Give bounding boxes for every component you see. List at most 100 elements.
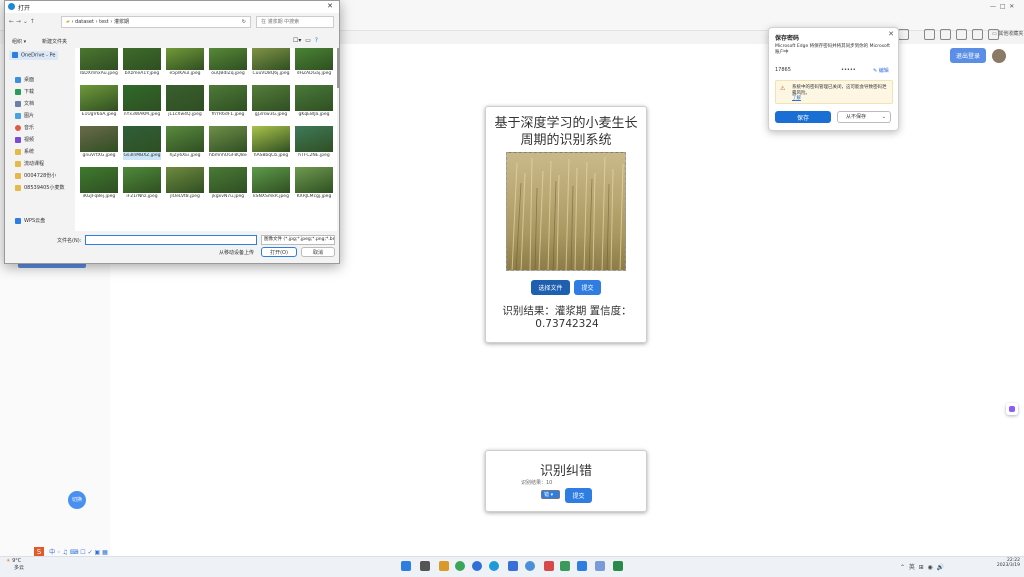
popup-password[interactable]: ••••• [841, 67, 856, 73]
file-thumbnail[interactable]: CuuVD8Q6j.jpeg [252, 48, 290, 78]
share-icon[interactable] [972, 29, 983, 40]
nav-item-music[interactable]: 音乐 [15, 124, 34, 131]
file-thumbnail[interactable]: lbDXmhxAu.jpeg [80, 48, 118, 78]
other-favorites[interactable]: ▭ 其他收藏夹 [992, 30, 1024, 38]
app-icon[interactable] [472, 561, 482, 571]
file-thumbnail[interactable]: iKGJFq8ej.jpeg [80, 167, 118, 201]
file-thumbnail[interactable]: kSNXSmkR.jpeg [252, 167, 290, 201]
correction-submit-button[interactable]: 提交 [565, 488, 592, 503]
close-icon[interactable]: ✕ [888, 30, 894, 38]
never-save-label: 从不保存 [846, 114, 867, 120]
view-options-icon[interactable]: ☐▾ ▭ ? [293, 37, 318, 44]
app-icon[interactable] [595, 561, 605, 571]
app-icon[interactable] [544, 561, 554, 571]
app-icon[interactable] [525, 561, 535, 571]
nav-item-folder[interactable]: 系统 [15, 148, 34, 155]
ime-tools-icon[interactable]: 中 ◦ ♫ ⌨ ☐ ✓ ▣ ▦ [49, 549, 108, 556]
correction-select[interactable]: 错 ▾ [541, 490, 560, 499]
file-thumbnail[interactable]: KXRJLMcgj.jpeg [295, 167, 333, 201]
nav-item-documents[interactable]: 文档 [15, 100, 34, 107]
breadcrumb-item[interactable]: 灌浆期 [114, 19, 129, 25]
popup-username[interactable]: 17865 [775, 67, 791, 73]
logout-button[interactable]: 退出登录 [950, 48, 986, 63]
dialog-nav-arrows[interactable]: ← → ⌄ ↑ [9, 18, 35, 25]
chrome-icon[interactable] [455, 561, 465, 571]
file-thumbnail[interactable]: hbmnhOGF8Q8vq.jpeg [209, 126, 247, 160]
nav-item-folder[interactable]: 0004728份小 [15, 172, 56, 179]
task-view-icon[interactable] [420, 561, 430, 571]
file-image [209, 167, 247, 193]
save-password-button[interactable]: 保存 [775, 111, 831, 123]
search-input[interactable]: 在 灌浆期 中搜索 [256, 16, 334, 28]
nav-item-pictures[interactable]: 图片 [15, 112, 34, 119]
refresh-icon[interactable]: ↻ [242, 17, 246, 27]
file-thumbnail[interactable]: dHZADGaj.jpeg [295, 48, 333, 78]
warning-link[interactable]: 了解 [792, 95, 801, 101]
file-image [80, 85, 118, 111]
cancel-button[interactable]: 取消 [301, 247, 335, 257]
file-thumbnail[interactable]: Gs3lnMBXZ.jpeg [123, 126, 161, 160]
breadcrumb-item[interactable]: test [99, 19, 109, 25]
open-button[interactable]: 打开(O) [261, 247, 297, 257]
file-thumbnail[interactable]: bXzmeA1Y.jpeg [123, 48, 161, 78]
file-thumbnail[interactable]: gKqE8IJa.jpeg [295, 85, 333, 119]
app-icon[interactable] [508, 561, 518, 571]
nav-item-downloads[interactable]: 下载 [15, 88, 34, 95]
nav-item-folder[interactable]: 流动课程 [15, 160, 44, 167]
popup-edit-link[interactable]: ✎ 编辑 [873, 67, 889, 74]
weather-widget[interactable]: ☀ 9°C 多云 [6, 558, 24, 571]
choose-file-button[interactable]: 选择文件 [531, 280, 570, 295]
floating-button[interactable]: 切换 [68, 491, 86, 509]
nav-item-wps[interactable]: WPS云盘 [15, 217, 45, 224]
new-folder-button[interactable]: 新建文件夹 [42, 38, 67, 45]
copilot-icon[interactable] [1006, 403, 1018, 415]
ime-toolbar[interactable]: S 中 ◦ ♫ ⌨ ☐ ✓ ▣ ▦ [34, 539, 118, 557]
file-thumbnail[interactable]: jL1cXw4Q.jpeg [166, 85, 204, 119]
organize-button[interactable]: 组织 ▾ [12, 38, 26, 45]
submit-button[interactable]: 提交 [574, 280, 601, 295]
tray-icons[interactable]: ⌃ 英 ⊞ ◉ 🔊 [900, 562, 944, 571]
file-thumbnail[interactable]: e5plKAuI.jpeg [166, 48, 204, 78]
clock[interactable]: 22:22 2023/3/19 [990, 558, 1020, 568]
file-thumbnail[interactable]: E1UgV6aA.jpeg [80, 85, 118, 119]
file-thumbnail[interactable]: nYx3WAKM.jpeg [123, 85, 161, 119]
nav-item-desktop[interactable]: 桌面 [15, 76, 34, 83]
start-icon[interactable] [401, 561, 411, 571]
file-image [295, 126, 333, 152]
file-thumbnail[interactable]: gJ3rsw3G.jpeg [252, 85, 290, 119]
edge-icon[interactable] [489, 561, 499, 571]
nav-item-folder[interactable]: 08539405小麦数 [15, 184, 64, 191]
vscode-icon[interactable] [577, 561, 587, 571]
app-icon[interactable] [439, 561, 449, 571]
filename-input[interactable] [85, 235, 257, 245]
page-title: 基于深度学习的小麦生长周期的识别系统 [494, 116, 638, 148]
favorites-icon[interactable] [924, 29, 935, 40]
breadcrumb[interactable]: ▰ › dataset › test › 灌浆期 ↻ [61, 16, 251, 28]
window-controls[interactable]: — □ ✕ [990, 3, 1014, 10]
never-save-dropdown[interactable]: 从不保存 ⌄ [837, 111, 891, 123]
file-thumbnail[interactable]: iF21rNhz.jpeg [123, 167, 161, 201]
pycharm-icon[interactable] [613, 561, 623, 571]
file-thumbnail[interactable]: hTFC2NE.jpeg [295, 126, 333, 160]
file-thumbnail[interactable]: hAS8bqCb.jpeg [252, 126, 290, 160]
file-thumbnail[interactable]: fhYR6dF1.jpeg [209, 85, 247, 119]
split-screen-icon[interactable] [898, 29, 909, 40]
file-thumbnail[interactable]: jkgxvN7u.jpeg [209, 167, 247, 201]
nav-item-onedrive[interactable]: OneDrive - Pe [9, 51, 59, 60]
browser-essentials-icon[interactable] [956, 29, 967, 40]
file-image [295, 85, 333, 111]
breadcrumb-item[interactable]: dataset [75, 19, 94, 25]
app-icon[interactable] [560, 561, 570, 571]
dialog-close-icon[interactable]: ✕ [327, 2, 333, 10]
scrollbar[interactable] [337, 48, 339, 88]
collections-icon[interactable] [940, 29, 951, 40]
avatar[interactable] [992, 49, 1006, 63]
file-thumbnail[interactable]: jlOeLVt8.jpeg [166, 167, 204, 201]
file-name: gKqE8IJa.jpeg [298, 112, 330, 117]
from-mobile-button[interactable]: 从移动设备上传 [219, 249, 254, 256]
file-thumbnail[interactable]: hjZy6XEi.jpeg [166, 126, 204, 160]
nav-item-videos[interactable]: 视频 [15, 136, 34, 143]
file-thumbnail[interactable]: gnuVrtXG.jpeg [80, 126, 118, 160]
file-thumbnail[interactable]: ouQBdlZq.jpeg [209, 48, 247, 78]
filetype-select[interactable]: 图像文件 (*.jpg;*.jpeg;*.png;*.bmp) [261, 235, 335, 245]
